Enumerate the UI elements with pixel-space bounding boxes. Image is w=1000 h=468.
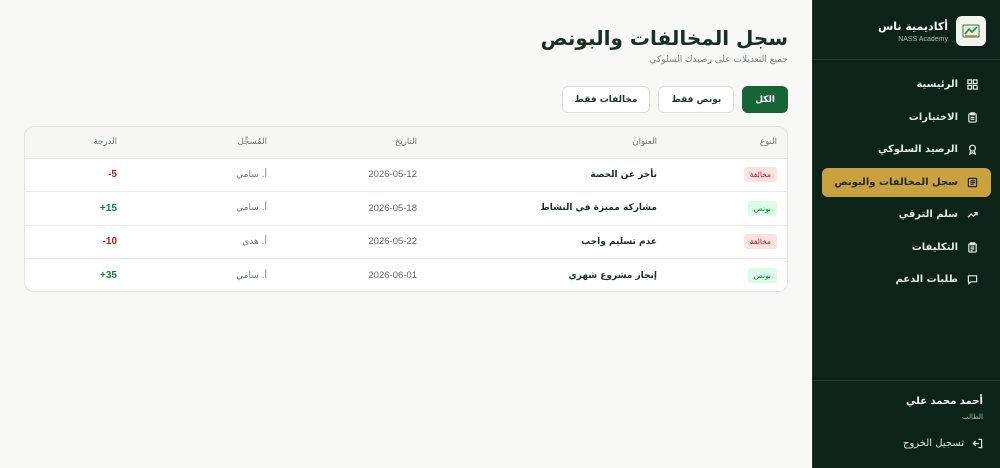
award-icon bbox=[968, 144, 977, 155]
type-cell: مخالفة bbox=[667, 225, 787, 259]
sidebar-item-assignments[interactable]: التكليفات bbox=[822, 233, 991, 262]
filter-tabs: الكل بونص فقط مخالفات فقط bbox=[561, 86, 788, 113]
sidebar-item-violations-bonus-log[interactable]: سجل المخالفات والبونص bbox=[822, 167, 991, 197]
brand-subtitle: NASS Academy bbox=[898, 35, 948, 43]
recorder-cell: أ. هدى bbox=[242, 236, 267, 247]
sidebar-item-label: سلم الترقي bbox=[898, 209, 958, 220]
brand-name: أكاديمية ناس bbox=[878, 19, 948, 33]
column-header-date: التاريخ bbox=[277, 127, 427, 159]
academy-logo-icon bbox=[956, 16, 986, 46]
brand: أكاديمية ناس NASS Academy bbox=[827, 14, 986, 48]
sidebar: أكاديمية ناس NASS Academy الرئيسية الاخت… bbox=[812, 0, 1000, 468]
recorder-cell: أ. سامي bbox=[236, 169, 267, 180]
sidebar-item-label: الرصيد السلوكي bbox=[877, 144, 958, 155]
title-cell: تأخر عن الحصة bbox=[590, 169, 657, 180]
title-cell: عدم تسليم واجب bbox=[581, 236, 657, 247]
score-cell: +15 bbox=[100, 202, 117, 214]
sidebar-divider bbox=[813, 380, 1000, 381]
table-row: بونص مشاركة مميزة في النشاط 2026-05-18 أ. س… bbox=[25, 192, 787, 226]
recorder-cell: أ. سامي bbox=[236, 270, 267, 281]
filter-violations-only-button[interactable]: مخالفات فقط bbox=[561, 86, 651, 113]
user-name: أحمد محمد علي bbox=[906, 396, 983, 407]
table-row: مخالفة عدم تسليم واجب 2026-05-22 أ. هدى -10 bbox=[25, 225, 787, 259]
column-header-score: الدرجة bbox=[25, 127, 127, 159]
sidebar-item-behavior-balance[interactable]: الرصيد السلوكي bbox=[822, 135, 991, 164]
page-subtitle: جميع التعديلات على رصيدك السلوكي bbox=[649, 55, 788, 65]
type-badge-violation: مخالفة bbox=[743, 167, 777, 183]
message-icon bbox=[967, 275, 978, 285]
trending-up-icon bbox=[967, 212, 978, 218]
date-cell: 2026-05-22 bbox=[368, 236, 417, 248]
sidebar-item-home[interactable]: الرئيسية bbox=[822, 70, 991, 99]
column-header-recorder: المُسجِّل bbox=[127, 127, 277, 159]
clipboard-icon bbox=[968, 111, 977, 123]
clipboard-list-icon bbox=[968, 241, 977, 253]
title-cell: مشاركة مميزة في النشاط bbox=[540, 203, 657, 214]
sidebar-item-promotion-ladder[interactable]: سلم الترقي bbox=[822, 200, 991, 229]
sidebar-item-exams[interactable]: الاختبارات bbox=[822, 103, 991, 132]
title-cell: إنجاز مشروع شهري bbox=[568, 270, 658, 281]
table-header-row: النوع العنوان التاريخ المُسجِّل الدرجة bbox=[25, 127, 787, 159]
sidebar-item-label: التكليفات bbox=[911, 241, 958, 253]
logout-label: تسجيل الخروج bbox=[902, 438, 964, 449]
score-cell: -10 bbox=[102, 236, 117, 248]
score-cell: +35 bbox=[100, 270, 117, 281]
sidebar-divider bbox=[813, 59, 1000, 60]
sidebar-item-support-requests[interactable]: طلبات الدعم bbox=[822, 265, 991, 294]
sidebar-item-label: طلبات الدعم bbox=[895, 274, 959, 285]
logout-icon bbox=[972, 438, 983, 449]
table-row: بونص إنجاز مشروع شهري 2026-06-01 أ. سامي +35 bbox=[25, 259, 787, 292]
type-cell: بونص bbox=[667, 259, 787, 292]
date-cell: 2026-05-18 bbox=[368, 202, 417, 214]
sidebar-item-label: الرئيسية bbox=[916, 79, 958, 90]
sidebar-item-label: سجل المخالفات والبونص bbox=[834, 176, 958, 188]
score-cell: -5 bbox=[108, 169, 117, 181]
list-icon bbox=[967, 177, 978, 187]
page-title: سجل المخالفات والبونص bbox=[540, 26, 788, 50]
date-cell: 2026-06-01 bbox=[368, 270, 417, 281]
column-header-title: العنوان bbox=[427, 127, 667, 159]
user-profile: أحمد محمد علي الطالب bbox=[906, 396, 983, 421]
type-cell: مخالفة bbox=[667, 158, 787, 192]
type-badge-violation: مخالفة bbox=[743, 234, 777, 250]
grid-icon bbox=[967, 79, 978, 90]
filter-bonus-only-button[interactable]: بونص فقط bbox=[658, 86, 735, 113]
filter-all-button[interactable]: الكل bbox=[742, 86, 788, 113]
type-badge-bonus: بونص bbox=[747, 268, 777, 283]
date-cell: 2026-05-12 bbox=[368, 169, 417, 181]
sidebar-nav: الرئيسية الاختبارات الرصيد السلوكي سجل ا… bbox=[822, 70, 991, 298]
table-row: مخالفة تأخر عن الحصة 2026-05-12 أ. سامي -5 bbox=[25, 158, 787, 192]
sidebar-item-label: الاختبارات bbox=[908, 111, 958, 123]
type-cell: بونص bbox=[667, 192, 787, 226]
logout-button[interactable]: تسجيل الخروج bbox=[903, 438, 983, 449]
column-header-type: النوع bbox=[667, 127, 787, 159]
type-badge-bonus: بونص bbox=[747, 200, 777, 216]
recorder-cell: أ. سامي bbox=[236, 203, 267, 214]
user-role: الطالب bbox=[962, 413, 983, 421]
records-table: النوع العنوان التاريخ المُسجِّل الدرجة م… bbox=[24, 126, 788, 292]
